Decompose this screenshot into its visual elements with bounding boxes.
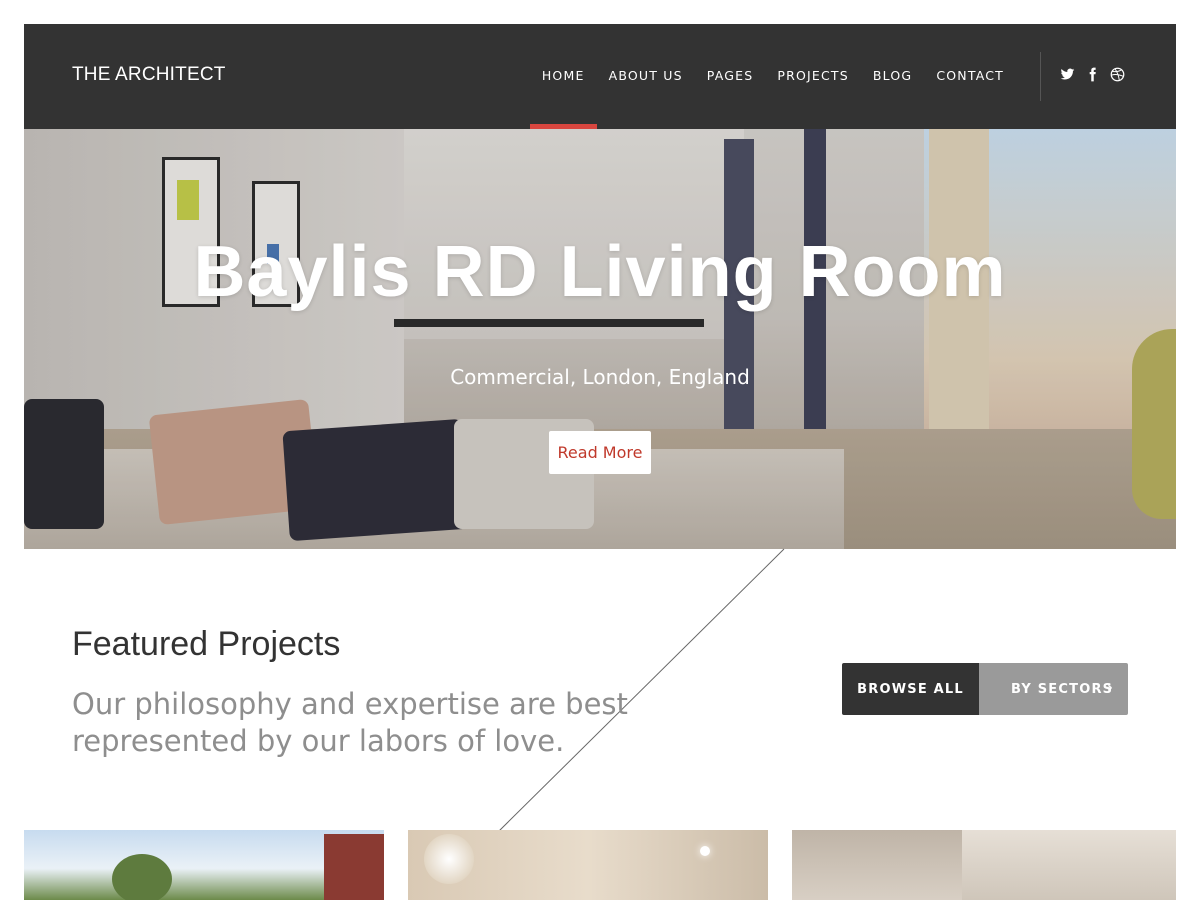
chevron-right-icon: › <box>1107 680 1114 696</box>
facebook-icon[interactable] <box>1085 67 1100 82</box>
nav-item-pages[interactable]: PAGES <box>695 68 766 83</box>
hero-subtitle: Commercial, London, England <box>450 365 750 389</box>
read-more-button[interactable]: Read More <box>549 431 651 474</box>
dribbble-icon[interactable] <box>1110 67 1125 82</box>
twitter-icon[interactable] <box>1060 67 1075 82</box>
nav-item-blog[interactable]: BLOG <box>861 68 924 83</box>
featured-projects-title: Featured Projects <box>72 625 341 663</box>
nav-divider <box>1040 52 1041 101</box>
browse-all-button[interactable]: BROWSE ALL <box>842 663 979 715</box>
hero-overlay <box>24 129 1176 549</box>
main-nav: HOME ABOUT US PAGES PROJECTS BLOG CONTAC… <box>530 68 1016 83</box>
site-logo[interactable]: THE ARCHITECT <box>72 64 226 86</box>
hero-title: Baylis RD Living Room <box>193 232 1007 312</box>
nav-item-contact[interactable]: CONTACT <box>924 68 1016 83</box>
nav-item-home[interactable]: HOME <box>530 68 597 83</box>
thumbnail-house <box>324 834 384 900</box>
thumbnail-tree <box>112 854 172 900</box>
nav-item-about-us[interactable]: ABOUT US <box>597 68 695 83</box>
hero-banner: Baylis RD Living Room Commercial, London… <box>24 129 1176 549</box>
social-links <box>1060 67 1125 82</box>
project-thumbnail[interactable] <box>408 830 768 900</box>
project-thumbnail[interactable] <box>24 830 384 900</box>
project-thumbnail[interactable] <box>792 830 1176 900</box>
by-sectors-label: BY SECTORS <box>1011 681 1114 697</box>
site-header: THE ARCHITECT HOME ABOUT US PAGES PROJEC… <box>24 24 1176 129</box>
thumbnail-concrete <box>962 830 1176 900</box>
featured-projects-description: Our philosophy and expertise are best re… <box>72 687 628 758</box>
nav-item-projects[interactable]: PROJECTS <box>765 68 861 83</box>
thumbnail-lamp <box>424 834 474 884</box>
by-sectors-button[interactable]: BY SECTORS › <box>979 663 1128 715</box>
thumbnail-light <box>700 846 710 856</box>
